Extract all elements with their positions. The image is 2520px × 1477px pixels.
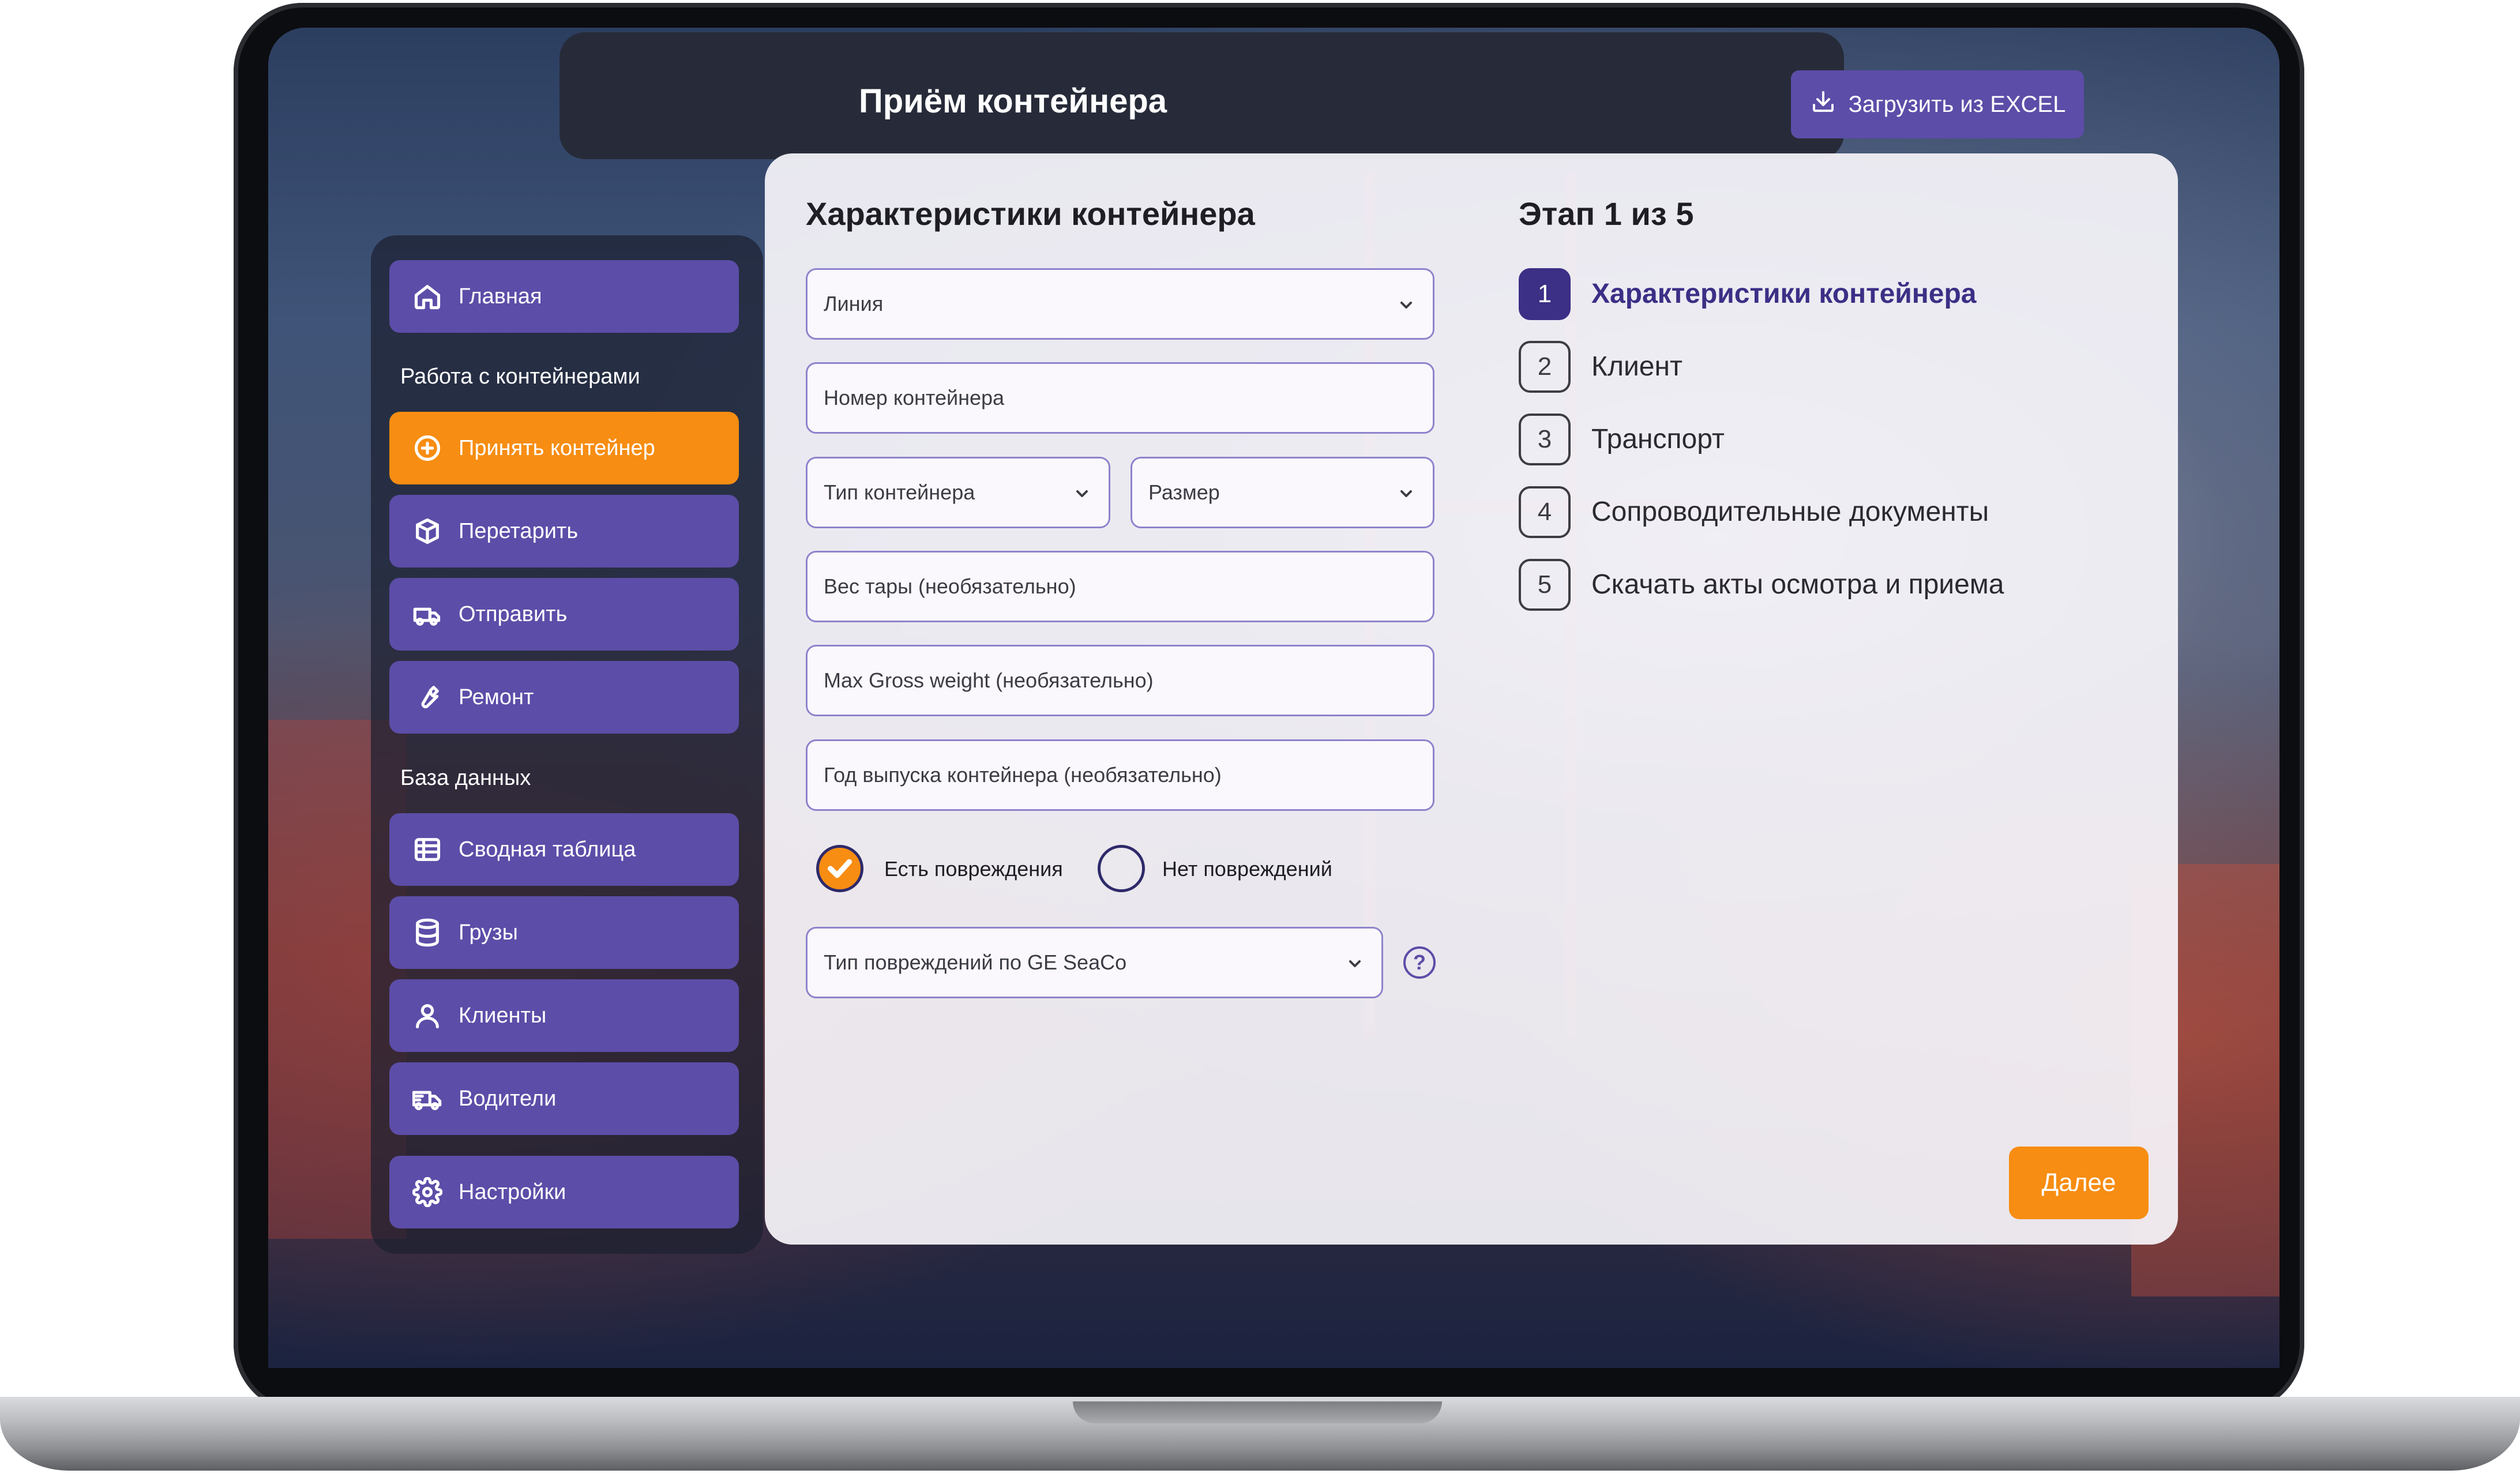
home-icon bbox=[411, 280, 444, 313]
sidebar-item-label: Принять контейнер bbox=[459, 435, 655, 460]
sidebar-item-label: Сводная таблица bbox=[459, 837, 636, 862]
database-icon bbox=[411, 916, 444, 949]
step-label[interactable]: Клиент bbox=[1591, 351, 1682, 382]
damage-no-label[interactable]: Нет повреждений bbox=[1162, 857, 1332, 881]
chevron-down-icon bbox=[1397, 295, 1415, 314]
sidebar-section-database: База данных bbox=[400, 766, 531, 790]
container-type-select[interactable]: Тип контейнера bbox=[806, 457, 1110, 528]
step-label[interactable]: Сопроводительные документы bbox=[1591, 496, 1989, 528]
laptop-notch bbox=[1073, 1401, 1442, 1423]
sidebar-item-drivers[interactable]: Водители bbox=[389, 1062, 739, 1135]
size-placeholder: Размер bbox=[1148, 480, 1220, 504]
table-icon bbox=[411, 833, 444, 866]
damage-type-placeholder: Тип повреждений по GE SeaCo bbox=[824, 950, 1127, 974]
damage-no-radio[interactable] bbox=[1098, 845, 1145, 892]
step-label[interactable]: Транспорт bbox=[1591, 423, 1725, 455]
upload-excel-button[interactable]: Загрузить из EXCEL bbox=[1791, 70, 2084, 138]
delivery-truck-icon bbox=[411, 1083, 444, 1115]
damage-type-select[interactable]: Тип повреждений по GE SeaCo bbox=[806, 927, 1383, 998]
sidebar-item-cargo[interactable]: Грузы bbox=[389, 896, 739, 969]
size-select[interactable]: Размер bbox=[1131, 457, 1434, 528]
chevron-down-icon bbox=[1073, 484, 1091, 502]
max-gross-weight-placeholder: Max Gross weight (необязательно) bbox=[824, 668, 1154, 692]
sidebar-item-label: Перетарить bbox=[459, 518, 579, 543]
sidebar-item-home[interactable]: Главная bbox=[389, 260, 739, 333]
stage-title: Этап 1 из 5 bbox=[1519, 196, 1694, 232]
help-icon[interactable]: ? bbox=[1403, 946, 1436, 979]
manufacture-year-input[interactable]: Год выпуска контейнера (необязательно) bbox=[806, 739, 1434, 811]
sidebar-item-label: Настройки bbox=[459, 1179, 566, 1204]
step-number: 4 bbox=[1519, 486, 1571, 538]
container-number-placeholder: Номер контейнера bbox=[824, 386, 1005, 409]
truck-icon bbox=[411, 598, 444, 630]
sidebar-section-containers: Работа с контейнерами bbox=[400, 364, 640, 389]
manufacture-year-placeholder: Год выпуска контейнера (необязательно) bbox=[824, 763, 1222, 787]
upload-excel-label: Загрузить из EXCEL bbox=[1848, 91, 2066, 117]
check-icon bbox=[828, 859, 852, 878]
damage-yes-radio[interactable] bbox=[816, 845, 863, 892]
sidebar-item-label: Грузы bbox=[459, 920, 518, 945]
sidebar-item-clients[interactable]: Клиенты bbox=[389, 979, 739, 1052]
sidebar-item-label: Водители bbox=[459, 1086, 557, 1111]
form-title: Характеристики контейнера bbox=[806, 196, 1255, 232]
sidebar-item-retare[interactable]: Перетарить bbox=[389, 495, 739, 568]
container-type-placeholder: Тип контейнера bbox=[824, 480, 975, 504]
download-icon bbox=[1809, 88, 1837, 121]
chevron-down-icon bbox=[1346, 954, 1364, 972]
step-number: 2 bbox=[1519, 341, 1571, 393]
box-icon bbox=[411, 515, 444, 547]
next-button[interactable]: Далее bbox=[2009, 1147, 2149, 1219]
sidebar-item-label: Ремонт bbox=[459, 685, 534, 709]
page-title: Приём контейнера bbox=[859, 82, 1167, 120]
tare-weight-placeholder: Вес тары (необязательно) bbox=[824, 574, 1076, 598]
damage-yes-label[interactable]: Есть повреждения bbox=[884, 857, 1063, 881]
step-number: 5 bbox=[1519, 559, 1571, 611]
sidebar-item-label: Главная bbox=[459, 284, 542, 309]
sidebar-item-accept-container[interactable]: Принять контейнер bbox=[389, 412, 739, 484]
container-number-input[interactable]: Номер контейнера bbox=[806, 362, 1434, 434]
line-select-placeholder: Линия bbox=[824, 292, 884, 315]
sidebar-item-send[interactable]: Отправить bbox=[389, 578, 739, 651]
sidebar-item-repair[interactable]: Ремонт bbox=[389, 661, 739, 734]
line-select[interactable]: Линия bbox=[806, 268, 1434, 340]
chevron-down-icon bbox=[1397, 484, 1415, 502]
sidebar-item-label: Отправить bbox=[459, 602, 568, 626]
tare-weight-input[interactable]: Вес тары (необязательно) bbox=[806, 551, 1434, 622]
header-bar bbox=[559, 32, 1844, 159]
max-gross-weight-input[interactable]: Max Gross weight (необязательно) bbox=[806, 645, 1434, 716]
step-number: 3 bbox=[1519, 414, 1571, 465]
plus-circle-icon bbox=[411, 432, 444, 464]
step-label-active[interactable]: Характеристики контейнера bbox=[1591, 278, 1976, 310]
gear-icon bbox=[411, 1176, 444, 1208]
sidebar-item-label: Клиенты bbox=[459, 1003, 547, 1028]
step-label[interactable]: Скачать акты осмотра и приема bbox=[1591, 569, 2004, 600]
sidebar-item-settings[interactable]: Настройки bbox=[389, 1156, 739, 1228]
sidebar-item-summary-table[interactable]: Сводная таблица bbox=[389, 813, 739, 886]
wrench-icon bbox=[411, 681, 444, 713]
step-number: 1 bbox=[1519, 268, 1571, 320]
user-icon bbox=[411, 999, 444, 1032]
